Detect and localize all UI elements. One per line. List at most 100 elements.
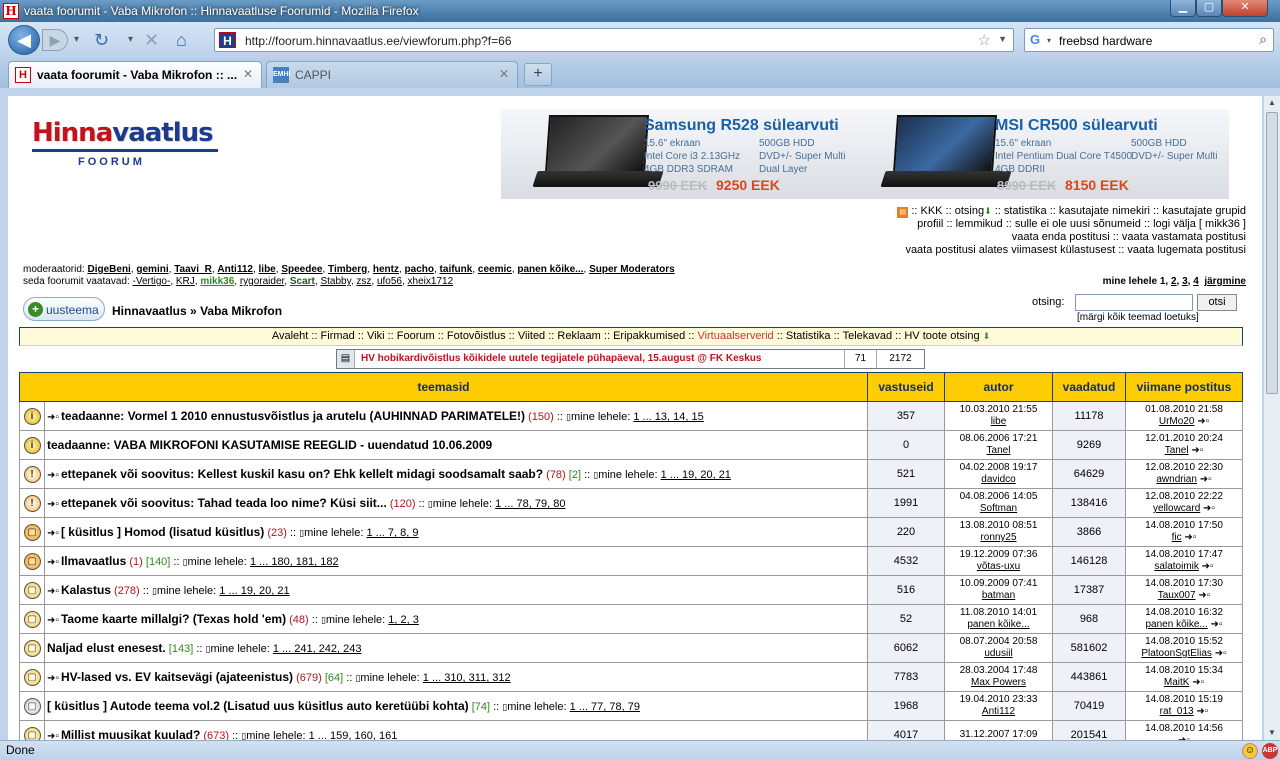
search-icon[interactable]: ⌕	[1259, 31, 1267, 48]
address-bar[interactable]: H http://foorum.hinnavaatlus.ee/viewforu…	[214, 28, 1014, 52]
go-to-post-icon[interactable]: ➜▫	[1202, 561, 1214, 572]
reload-icon[interactable]: ↻	[94, 30, 109, 50]
topic-page-links[interactable]: 1 ... 13, 14, 15	[633, 411, 703, 423]
moderator-link[interactable]: pacho	[405, 264, 434, 275]
url-dropdown-icon[interactable]: ▼	[998, 34, 1007, 44]
author-link[interactable]: Anti112	[945, 706, 1052, 718]
go-to-post-icon[interactable]: ➜▫	[1211, 619, 1223, 630]
moderator-link[interactable]: hentz	[373, 264, 399, 275]
topic-page-links[interactable]: 1, 2, 3	[388, 614, 419, 626]
topic-title[interactable]: teadaanne: Vormel 1 2010 ennustusvõistlu…	[61, 409, 525, 423]
topic-title[interactable]: HV-lased vs. EV kaitsevägi (ajateenistus…	[61, 670, 293, 684]
adblock-icon[interactable]: ABP	[1262, 743, 1278, 759]
menu-item[interactable]: Reklaam	[557, 330, 600, 342]
menu-item[interactable]: Avaleht	[272, 330, 309, 342]
close-window-button[interactable]: ✕	[1222, 0, 1268, 17]
newest-post-icon[interactable]: ➜▫	[47, 528, 59, 539]
newest-post-icon[interactable]: ➜▫	[47, 470, 59, 481]
author-link[interactable]: Tanel	[945, 445, 1052, 457]
last-post-user[interactable]: MaitK	[1164, 677, 1190, 688]
moderator-link[interactable]: Timberg	[328, 264, 367, 275]
go-to-post-icon[interactable]: ➜▫	[1215, 648, 1227, 659]
viewer-link[interactable]: zsz	[356, 276, 371, 287]
topic-title[interactable]: ettepanek või soovitus: Kellest kuskil k…	[61, 467, 543, 481]
moderator-link[interactable]: panen kõike...	[517, 264, 583, 275]
author-link[interactable]: davidco	[945, 474, 1052, 486]
mark-read-link[interactable]: [märgi kõik teemad loetuks]	[1077, 312, 1199, 323]
links-line4[interactable]: vaata postitusi alates viimasest külastu…	[897, 244, 1246, 257]
author-link[interactable]: udusiil	[945, 648, 1052, 660]
moderator-link[interactable]: Speedee	[281, 264, 322, 275]
tab-cappi[interactable]: EMHI CAPPI ✕	[266, 61, 518, 88]
go-to-post-icon[interactable]: ➜▫	[1196, 706, 1208, 717]
search-bar[interactable]: G ▾ freebsd hardware ⌕	[1024, 28, 1274, 52]
forward-button[interactable]: ▶	[42, 29, 68, 51]
menu-item[interactable]: Fotovõistlus	[447, 330, 506, 342]
scroll-up-icon[interactable]: ▲	[1264, 96, 1280, 110]
go-to-post-icon[interactable]: ➜▫	[1198, 590, 1210, 601]
rss-icon[interactable]: ▤	[897, 207, 909, 218]
reload-dropdown-icon[interactable]: ▾	[128, 30, 133, 50]
topic-page-links[interactable]: 1 ... 78, 79, 80	[495, 498, 565, 510]
last-post-user[interactable]: Taux007	[1158, 590, 1196, 601]
menu-item[interactable]: Viited	[518, 330, 545, 342]
author-link[interactable]: Max Powers	[945, 677, 1052, 689]
go-to-post-icon[interactable]: ➜▫	[1191, 445, 1203, 456]
author-link[interactable]: Softman	[945, 503, 1052, 515]
home-icon[interactable]: ⌂	[176, 30, 187, 50]
scroll-thumb[interactable]	[1266, 112, 1278, 394]
newest-post-icon[interactable]: ➜▫	[47, 615, 59, 626]
moderator-link[interactable]: Taavi_R	[174, 264, 212, 275]
topic-page-links[interactable]: 1 ... 19, 20, 21	[219, 585, 289, 597]
author-link[interactable]: võtas-uxu	[945, 561, 1052, 573]
forum-search-input[interactable]	[1075, 294, 1193, 311]
moderator-link[interactable]: gemini	[136, 264, 168, 275]
topic-title[interactable]: ettepanek või soovitus: Tahad teada loo …	[61, 496, 387, 510]
topic-page-links[interactable]: 1 ... 310, 311, 312	[423, 672, 511, 684]
topic-title[interactable]: Naljad elust enesest.	[47, 641, 166, 655]
last-post-user[interactable]: UrMo20	[1159, 416, 1195, 427]
moderator-link[interactable]: DigeBeni	[87, 264, 130, 275]
topic-title[interactable]: [ küsitlus ] Autode teema vol.2 (Lisatud…	[47, 699, 469, 713]
last-post-user[interactable]: panen kõike...	[1146, 619, 1208, 630]
new-topic-button[interactable]: + uusteema	[23, 297, 105, 321]
go-to-post-icon[interactable]: ➜▫	[1197, 416, 1209, 427]
links-line2[interactable]: profiil :: lemmikud :: sulle ei ole uusi…	[897, 218, 1246, 231]
topic-title[interactable]: Taome kaarte millalgi? (Texas hold 'em)	[61, 612, 286, 626]
menu-item[interactable]: Telekavad	[843, 330, 893, 342]
topic-page-links[interactable]: 1 ... 241, 242, 243	[273, 643, 362, 655]
menu-item[interactable]: Firmad	[321, 330, 355, 342]
links-line1[interactable]: :: KKK :: otsing	[911, 205, 984, 217]
ad-banner[interactable]: Samsung R528 sülearvuti 15.6" ekraan Inte…	[501, 109, 1229, 199]
last-post-user[interactable]: PlatoonSgtElias	[1141, 648, 1212, 659]
announcement-text[interactable]: HV hobikardivõistlus kõikidele uutele te…	[355, 350, 845, 368]
bookmark-star-icon[interactable]: ☆	[978, 31, 991, 49]
viewer-link[interactable]: xheix1712	[408, 276, 454, 287]
smiley-icon[interactable]: ☺	[1242, 743, 1258, 759]
newest-post-icon[interactable]: ➜▫	[47, 586, 59, 597]
topic-page-links[interactable]: 1 ... 77, 78, 79	[570, 701, 640, 713]
header-views[interactable]: vaadatud	[1052, 372, 1126, 402]
go-to-post-icon[interactable]: ➜▫	[1203, 503, 1215, 514]
viewer-link[interactable]: KRJ	[176, 276, 195, 287]
author-link[interactable]: batman	[945, 590, 1052, 602]
forum-search-button[interactable]: otsi	[1197, 294, 1237, 311]
menu-item[interactable]: Eripakkumised	[613, 330, 685, 342]
moderator-link[interactable]: ceemic	[478, 264, 512, 275]
menu-item[interactable]: Virtuaalserverid	[697, 330, 773, 342]
last-post-user[interactable]: rat_013	[1160, 706, 1194, 717]
topic-title[interactable]: teadaanne: VABA MIKROFONI KASUTAMISE REE…	[47, 438, 492, 452]
announcement-bar[interactable]: ▤ HV hobikardivõistlus kõikidele uutele …	[336, 349, 925, 369]
header-replies[interactable]: vastuseid	[867, 372, 945, 402]
topic-page-links[interactable]: 1 ... 159, 160, 161	[309, 730, 398, 740]
next-page-link[interactable]: järgmine	[1204, 276, 1246, 287]
last-post-user[interactable]: awndrian	[1156, 474, 1197, 485]
moderator-link[interactable]: libe	[259, 264, 276, 275]
topic-title[interactable]: Millist muusikat kuulad?	[61, 728, 200, 740]
newest-post-icon[interactable]: ➜▫	[47, 499, 59, 510]
breadcrumb-forum[interactable]: Vaba Mikrofon	[200, 304, 282, 318]
topic-title[interactable]: Kalastus	[61, 583, 111, 597]
menu-item[interactable]: Statistika	[786, 330, 831, 342]
last-post-user[interactable]: Tanel	[1165, 445, 1189, 456]
header-last-post[interactable]: viimane postitus	[1125, 372, 1243, 402]
